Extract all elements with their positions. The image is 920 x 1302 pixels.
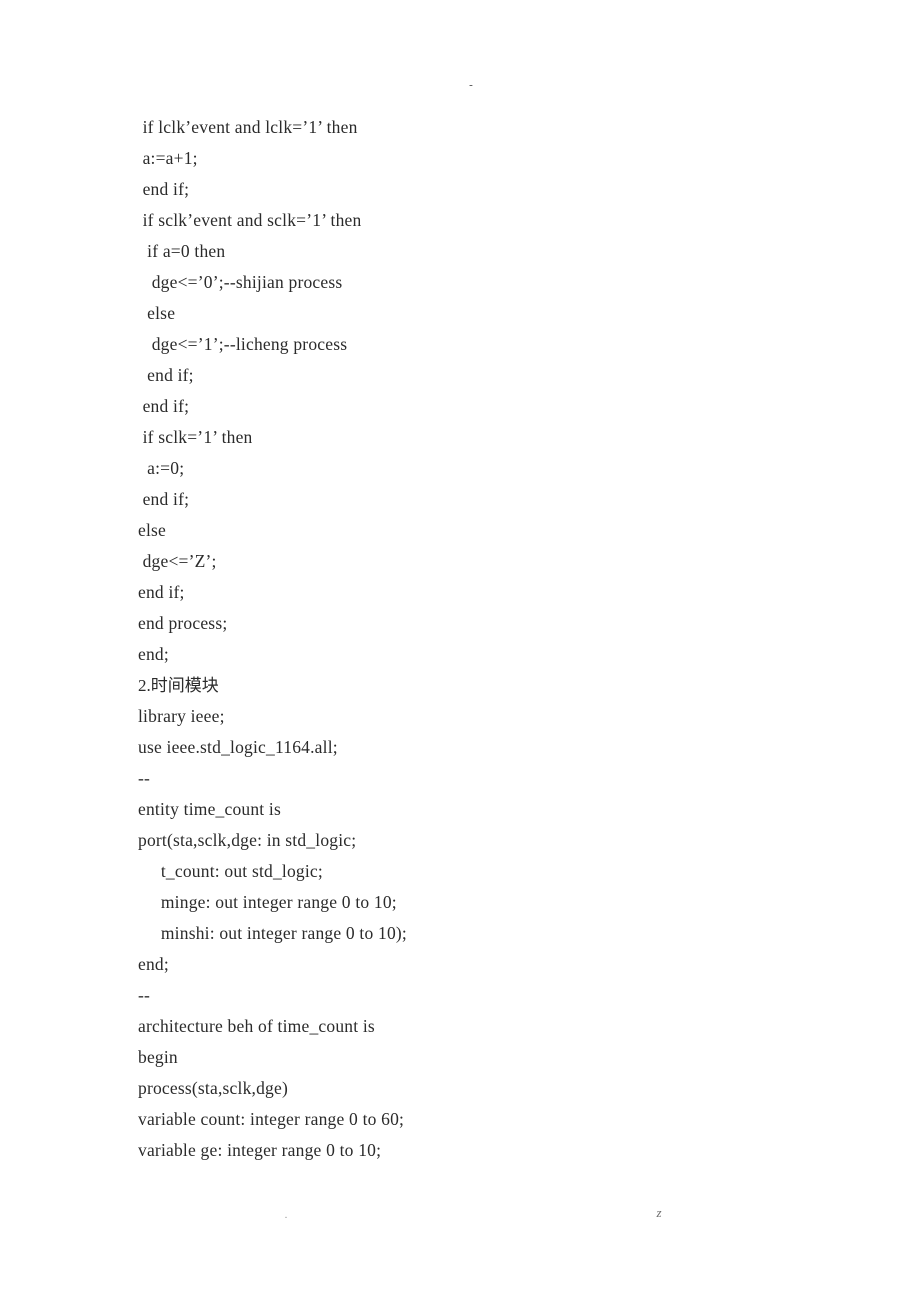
code-line: end if; — [138, 582, 185, 602]
code-line: begin — [138, 1047, 178, 1067]
code-line: library ieee; — [138, 706, 225, 726]
code-line: -- — [138, 768, 151, 788]
code-line: use ieee.std_logic_1164.all; — [138, 737, 338, 757]
code-line: if a=0 then — [138, 241, 226, 261]
code-line: minge: out integer range 0 to 10; — [138, 892, 397, 912]
code-line: t_count: out std_logic; — [138, 861, 323, 881]
code-line: entity time_count is — [138, 799, 282, 819]
header-artifact-mark: - — [469, 79, 473, 91]
code-line: port(sta,sclk,dge: in std_logic; — [138, 830, 357, 850]
code-line: end if; — [138, 179, 190, 199]
vhdl-code-block: if lclk’event and lclk=’1’ then a:=a+1; … — [138, 112, 838, 1166]
code-line: -- — [138, 985, 151, 1005]
code-line: process(sta,sclk,dge) — [138, 1078, 288, 1098]
code-line: variable ge: integer range 0 to 10; — [138, 1140, 382, 1160]
code-line: a:=a+1; — [138, 148, 198, 168]
document-page: - if lclk’event and lclk=’1’ then a:=a+1… — [0, 0, 920, 1302]
code-line: end if; — [138, 365, 194, 385]
code-line: variable count: integer range 0 to 60; — [138, 1109, 405, 1129]
code-line: architecture beh of time_count is — [138, 1016, 375, 1036]
code-line: end if; — [138, 489, 190, 509]
code-line: 2.时间模块 — [138, 676, 219, 695]
footer-artifact-mark-left: . — [284, 1209, 288, 1221]
code-line: dge<=’1’;--licheng process — [138, 334, 348, 354]
code-line: end process; — [138, 613, 228, 633]
code-line: end if; — [138, 396, 190, 416]
code-line: end; — [138, 954, 169, 974]
code-line: a:=0; — [138, 458, 185, 478]
code-line: if lclk’event and lclk=’1’ then — [138, 117, 358, 137]
code-line: else — [138, 303, 176, 323]
code-line: if sclk’event and sclk=’1’ then — [138, 210, 362, 230]
code-line: minshi: out integer range 0 to 10); — [138, 923, 407, 943]
code-line: dge<=’0’;--shijian process — [138, 272, 343, 292]
code-line: end; — [138, 644, 169, 664]
code-line: if sclk=’1’ then — [138, 427, 253, 447]
code-line: dge<=’Z’; — [138, 551, 217, 571]
code-line: else — [138, 520, 167, 540]
footer-artifact-mark-right: z — [656, 1205, 662, 1220]
